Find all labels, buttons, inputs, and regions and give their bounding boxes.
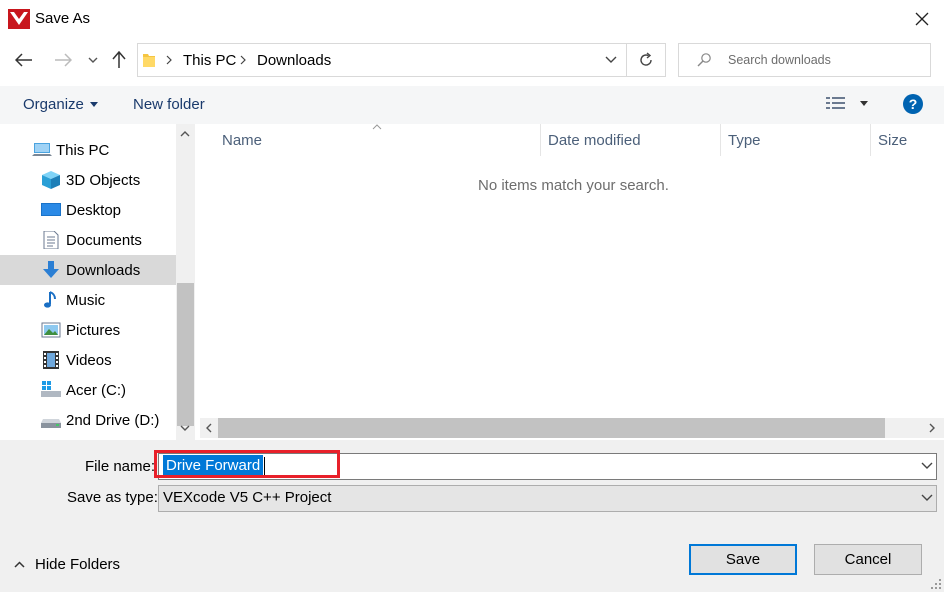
column-header-name[interactable]: Name xyxy=(222,132,262,149)
film-icon xyxy=(43,351,59,369)
breadcrumb-downloads[interactable]: Downloads xyxy=(257,52,331,69)
cube-icon xyxy=(42,171,60,189)
sidebar-item-acer-c[interactable]: Acer (C:) xyxy=(0,375,176,405)
picture-icon xyxy=(41,322,61,338)
breadcrumb-separator-icon xyxy=(166,55,172,65)
empty-state-message: No items match your search. xyxy=(478,177,669,194)
hide-folders-button[interactable]: Hide Folders xyxy=(14,556,120,573)
save-button[interactable]: Save xyxy=(689,544,797,575)
caret-down-icon xyxy=(89,102,98,107)
save-as-type-value: VEXcode V5 C++ Project xyxy=(163,489,332,506)
annotation-highlight-box xyxy=(154,450,340,478)
sidebar-item-downloads[interactable]: Downloads xyxy=(0,255,176,285)
view-options-button[interactable] xyxy=(826,96,868,110)
drive-icon xyxy=(41,419,61,428)
title-bar xyxy=(0,0,944,38)
sidebar-item-label: Music xyxy=(66,291,106,309)
close-icon xyxy=(915,12,929,26)
address-dropdown-button[interactable] xyxy=(597,44,625,76)
sidebar-item-3d-objects[interactable]: 3D Objects xyxy=(0,165,176,195)
sidebar-item-videos[interactable]: Videos xyxy=(0,345,176,375)
sidebar-item-label: Acer (C:) xyxy=(66,381,126,399)
sidebar-item-label: 2nd Drive (D:) xyxy=(66,411,160,429)
sidebar-item-music[interactable]: Music xyxy=(0,285,176,315)
drive-windows-icon xyxy=(41,381,61,397)
svg-text:?: ? xyxy=(909,96,918,112)
document-icon xyxy=(43,231,59,249)
sidebar-item-label: Pictures xyxy=(66,321,121,339)
up-button[interactable] xyxy=(107,48,131,72)
close-button[interactable] xyxy=(900,0,944,38)
computer-icon xyxy=(32,143,52,156)
sidebar-item-this-pc[interactable]: This PC xyxy=(0,135,176,165)
chevron-left-icon[interactable] xyxy=(205,423,212,433)
arrow-left-icon xyxy=(15,53,32,67)
new-folder-button[interactable]: New folder xyxy=(133,96,205,113)
download-arrow-icon xyxy=(43,261,59,278)
horizontal-scrollbar-thumb[interactable] xyxy=(218,418,885,438)
arrow-right-icon xyxy=(55,53,72,67)
column-divider[interactable] xyxy=(870,124,871,156)
chevron-up-icon xyxy=(14,561,25,568)
search-icon xyxy=(697,53,711,67)
sidebar-item-label: Videos xyxy=(66,351,112,369)
hide-folders-label: Hide Folders xyxy=(35,556,121,573)
search-input[interactable] xyxy=(728,46,923,74)
chevron-up-icon[interactable] xyxy=(180,130,190,137)
recent-locations-button[interactable] xyxy=(82,48,104,72)
chevron-down-icon xyxy=(88,57,98,63)
column-header-type[interactable]: Type xyxy=(728,132,761,149)
column-header-size[interactable]: Size xyxy=(878,132,907,149)
forward-button[interactable] xyxy=(51,48,75,72)
refresh-button[interactable] xyxy=(627,43,666,77)
sidebar-item-label: Documents xyxy=(66,231,142,249)
chevron-down-icon[interactable] xyxy=(180,425,190,432)
sort-ascending-icon xyxy=(372,124,382,130)
back-button[interactable] xyxy=(12,48,36,72)
refresh-icon xyxy=(640,52,652,66)
sidebar-item-2nd-drive-d[interactable]: 2nd Drive (D:) xyxy=(0,405,176,435)
column-divider[interactable] xyxy=(540,124,541,156)
folder-icon xyxy=(143,54,155,67)
window-title: Save As xyxy=(35,10,91,27)
save-as-type-label: Save as type: xyxy=(67,489,158,506)
sidebar-item-label: 3D Objects xyxy=(66,171,141,189)
desktop-icon xyxy=(41,203,61,216)
music-note-icon xyxy=(44,291,56,308)
column-divider[interactable] xyxy=(720,124,721,156)
sidebar-item-label: This PC xyxy=(56,141,110,159)
column-header-date-modified[interactable]: Date modified xyxy=(548,132,641,149)
chevron-down-icon[interactable] xyxy=(921,462,933,470)
breadcrumb-separator-icon xyxy=(240,55,246,65)
help-icon[interactable]: ? xyxy=(903,94,923,114)
chevron-down-icon xyxy=(605,56,617,63)
sidebar-item-desktop[interactable]: Desktop xyxy=(0,195,176,225)
navigation-scrollbar-thumb[interactable] xyxy=(177,283,194,426)
organize-button[interactable]: Organize xyxy=(23,96,98,113)
sidebar-item-label: Downloads xyxy=(66,261,141,279)
organize-label: Organize xyxy=(23,96,84,113)
caret-down-icon xyxy=(860,100,868,106)
vexcode-logo-icon xyxy=(8,9,30,29)
cancel-button[interactable]: Cancel xyxy=(814,544,922,575)
sidebar-item-documents[interactable]: Documents xyxy=(0,225,176,255)
sidebar-item-pictures[interactable]: Pictures xyxy=(0,315,176,345)
navigation-pane: This PC 3D Objects Desktop Documents Dow… xyxy=(0,124,176,440)
file-list xyxy=(195,124,944,440)
arrow-up-icon xyxy=(112,51,126,68)
file-name-label: File name: xyxy=(85,458,156,475)
details-view-icon xyxy=(826,97,845,109)
resize-grip-icon[interactable] xyxy=(930,578,942,590)
chevron-down-icon[interactable] xyxy=(921,494,933,502)
chevron-right-icon[interactable] xyxy=(929,423,936,433)
sidebar-item-label: Desktop xyxy=(66,201,122,219)
breadcrumb-this-pc[interactable]: This PC xyxy=(183,52,236,69)
